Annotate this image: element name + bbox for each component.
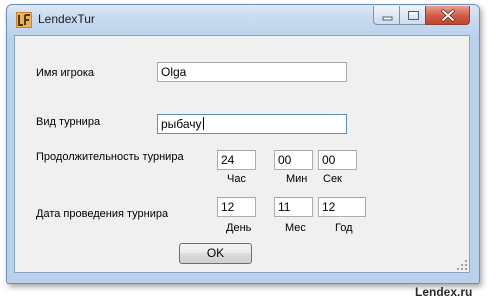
- app-window: LendexTur Имя игрока Olga Вид турнира ры: [6, 4, 480, 284]
- close-icon: [441, 9, 455, 22]
- year-label: Год: [335, 222, 353, 234]
- hours-label: Час: [227, 173, 246, 185]
- day-label: День: [226, 222, 252, 234]
- player-name-label: Имя игрока: [36, 67, 95, 79]
- minimize-button[interactable]: [373, 6, 400, 25]
- text-caret: [202, 117, 204, 130]
- duration-minutes-input[interactable]: 00: [274, 150, 313, 170]
- app-logo-icon: [16, 12, 32, 28]
- date-day-value: 12: [221, 200, 235, 214]
- maximize-button[interactable]: [399, 6, 426, 25]
- maximize-icon: [408, 11, 419, 20]
- title-bar[interactable]: LendexTur: [7, 5, 479, 35]
- date-label: Дата проведения турнира: [36, 208, 169, 220]
- duration-seconds-value: 00: [322, 153, 336, 167]
- seconds-label: Сек: [323, 173, 342, 185]
- player-name-input[interactable]: Olga: [157, 62, 347, 82]
- ok-button[interactable]: OK: [179, 243, 252, 264]
- date-month-value: 11: [278, 200, 291, 214]
- window-title: LendexTur: [38, 12, 95, 26]
- minutes-label: Мин: [286, 173, 308, 185]
- watermark-text: Lendex.ru: [415, 285, 473, 299]
- tournament-type-label: Вид турнира: [36, 116, 101, 128]
- date-year-input[interactable]: 12: [318, 197, 366, 217]
- month-label: Мес: [285, 222, 306, 234]
- date-day-input[interactable]: 12: [217, 197, 256, 217]
- tournament-type-value: рыбачу: [161, 117, 202, 131]
- duration-hours-value: 24: [221, 153, 235, 167]
- duration-seconds-input[interactable]: 00: [318, 150, 357, 170]
- duration-label: Продолжительность турнира: [36, 151, 184, 163]
- date-month-input[interactable]: 11: [274, 197, 313, 217]
- duration-minutes-value: 00: [278, 153, 292, 167]
- tournament-type-input[interactable]: рыбачу: [157, 114, 347, 134]
- date-year-value: 12: [322, 200, 336, 214]
- minimize-icon: [382, 16, 393, 21]
- resize-grip-icon[interactable]: [457, 260, 467, 270]
- form-panel: Имя игрока Olga Вид турнира рыбачу Продо…: [14, 35, 470, 273]
- player-name-value: Olga: [161, 65, 187, 79]
- duration-hours-input[interactable]: 24: [217, 150, 256, 170]
- close-button[interactable]: [425, 6, 470, 25]
